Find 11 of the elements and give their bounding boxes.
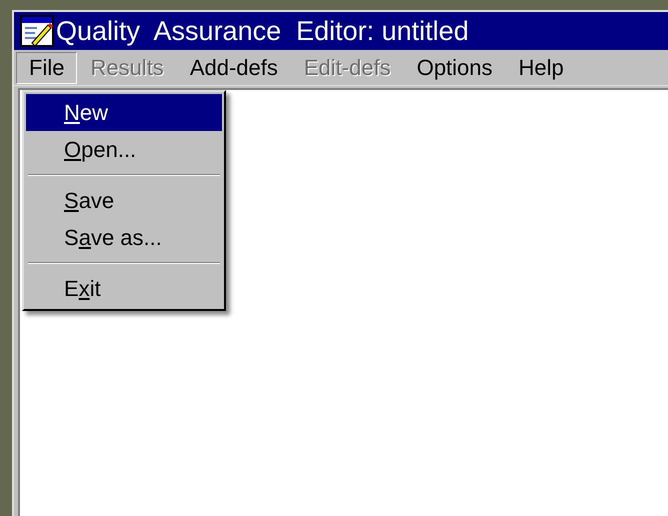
menu-item[interactable]: Save as... <box>26 219 222 256</box>
menu-bar-item[interactable]: Help <box>506 52 577 84</box>
menu-bar-item[interactable]: Add-defs <box>176 52 291 84</box>
menu-bar-item[interactable]: Options <box>404 52 506 84</box>
menu-item[interactable]: Exit <box>26 270 222 307</box>
menu-bar-item[interactable]: File <box>16 52 78 84</box>
menu-item[interactable]: New <box>26 94 222 131</box>
notepad-pencil-icon <box>20 15 54 47</box>
menu-item[interactable]: Open... <box>26 131 222 168</box>
window-title: Quality Assurance Editor: untitled <box>56 18 469 44</box>
menu-item[interactable]: Save <box>26 182 222 219</box>
